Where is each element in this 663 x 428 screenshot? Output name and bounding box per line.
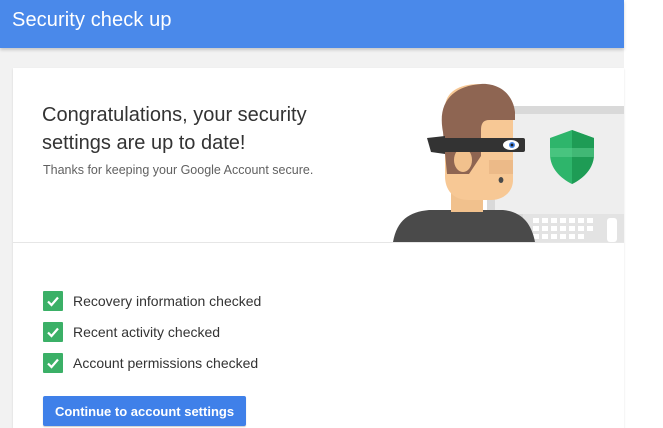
headline: Congratulations, your security settings … [42, 104, 307, 154]
app-bar: Security check up [0, 0, 624, 48]
hero-banner: Congratulations, your security settings … [13, 68, 624, 243]
check-icon [43, 322, 63, 342]
illustration [393, 83, 624, 242]
checklist: Recovery information checked Recent acti… [43, 291, 261, 384]
security-card: Congratulations, your security settings … [13, 68, 624, 428]
checklist-item-label: Recent activity checked [73, 324, 221, 340]
checklist-item-label: Account permissions checked [73, 355, 259, 371]
page-title: Security check up [12, 9, 172, 31]
checklist-item-label: Recovery information checked [73, 293, 262, 309]
list-item: Recovery information checked [43, 291, 261, 311]
keyboard-icon [523, 214, 624, 242]
list-item: Account permissions checked [43, 353, 261, 373]
list-item: Recent activity checked [43, 322, 261, 342]
check-icon [43, 291, 63, 311]
continue-button[interactable]: Continue to account settings [43, 396, 246, 426]
check-icon [43, 353, 63, 373]
subheadline: Thanks for keeping your Google Account s… [43, 163, 314, 177]
